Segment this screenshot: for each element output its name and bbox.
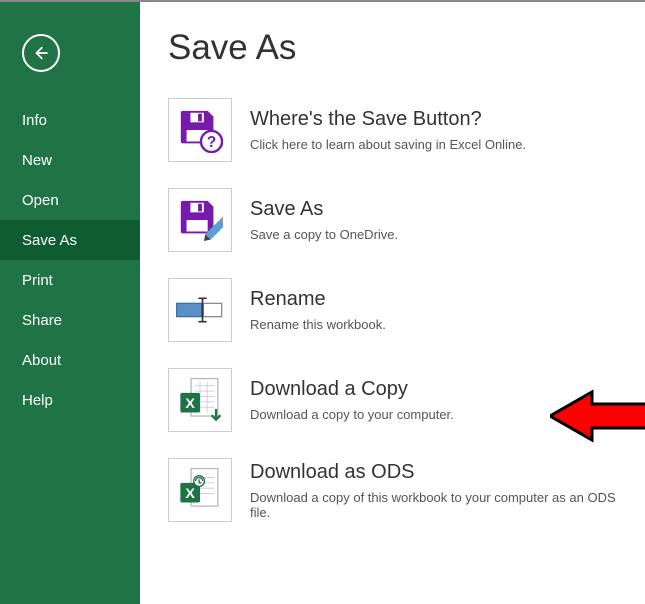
option-title: Download a Copy	[250, 378, 454, 401]
floppy-pencil-icon	[168, 188, 232, 252]
ods-download-icon: X	[168, 458, 232, 522]
nav-item-save-as[interactable]: Save As	[0, 220, 140, 260]
back-arrow-icon	[32, 44, 50, 62]
option-desc: Save a copy to OneDrive.	[250, 227, 398, 242]
option-text: Save As Save a copy to OneDrive.	[250, 198, 398, 242]
floppy-question-icon: ?	[168, 98, 232, 162]
option-rename[interactable]: Rename Rename this workbook.	[168, 278, 617, 342]
option-text: Download a Copy Download a copy to your c…	[250, 378, 454, 422]
option-desc: Download a copy of this workbook to your…	[250, 490, 617, 520]
sidebar: Info New Open Save As Print Share About Help	[0, 2, 140, 604]
options-list: ? Where's the Save Button? Click here to …	[168, 98, 617, 522]
nav-item-label: Help	[22, 392, 53, 409]
nav-item-share[interactable]: Share	[0, 300, 140, 340]
nav-list: Info New Open Save As Print Share About Help	[0, 100, 140, 420]
svg-text:X: X	[185, 396, 195, 412]
nav-item-label: Share	[22, 312, 62, 329]
option-download-copy[interactable]: X Download a Copy Download a copy to your…	[168, 368, 617, 432]
nav-item-help[interactable]: Help	[0, 380, 140, 420]
rename-icon	[168, 278, 232, 342]
option-where-save-button[interactable]: ? Where's the Save Button? Click here to …	[168, 98, 617, 162]
nav-item-new[interactable]: New	[0, 140, 140, 180]
nav-item-label: About	[22, 352, 61, 369]
svg-text:X: X	[185, 486, 195, 502]
main-panel: Save As ? Where's the Save Button? Click …	[140, 2, 645, 604]
nav-item-info[interactable]: Info	[0, 100, 140, 140]
page-title: Save As	[168, 28, 617, 68]
nav-item-print[interactable]: Print	[0, 260, 140, 300]
option-desc: Click here to learn about saving in Exce…	[250, 137, 526, 152]
nav-item-label: Print	[22, 272, 53, 289]
nav-item-label: Info	[22, 112, 47, 129]
option-text: Download as ODS Download a copy of this w…	[250, 461, 617, 520]
option-text: Where's the Save Button? Click here to le…	[250, 108, 526, 152]
nav-item-label: New	[22, 152, 52, 169]
option-title: Rename	[250, 288, 386, 311]
option-title: Where's the Save Button?	[250, 108, 526, 131]
svg-text:?: ?	[207, 134, 216, 151]
back-button[interactable]	[22, 34, 60, 72]
option-save-as[interactable]: Save As Save a copy to OneDrive.	[168, 188, 617, 252]
option-title: Download as ODS	[250, 461, 617, 484]
nav-item-about[interactable]: About	[0, 340, 140, 380]
option-title: Save As	[250, 198, 398, 221]
option-desc: Rename this workbook.	[250, 317, 386, 332]
nav-item-label: Open	[22, 192, 59, 209]
nav-item-label: Save As	[22, 232, 77, 249]
nav-item-open[interactable]: Open	[0, 180, 140, 220]
option-text: Rename Rename this workbook.	[250, 288, 386, 332]
option-desc: Download a copy to your computer.	[250, 407, 454, 422]
option-download-ods[interactable]: X Download as ODS Download a copy of this…	[168, 458, 617, 522]
excel-download-icon: X	[168, 368, 232, 432]
